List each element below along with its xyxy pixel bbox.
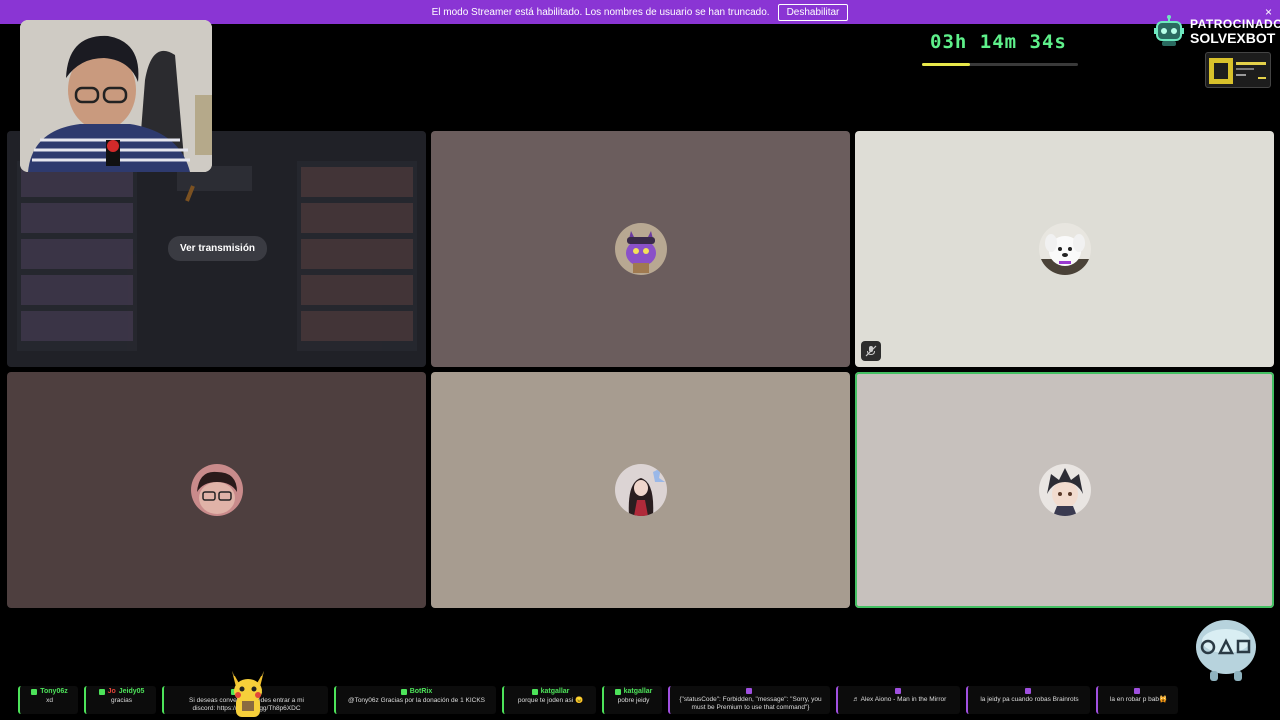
sponsor-name: SOLVEXBOT: [1190, 30, 1276, 46]
streamer-webcam-icon: [20, 20, 212, 172]
badge-icon: [531, 688, 538, 695]
chat-text: {"statusCode": Forbidden, "message": "So…: [679, 696, 822, 711]
banner-message: El modo Streamer está habilitado. Los no…: [431, 6, 770, 18]
chat-username: BotRix: [409, 688, 433, 695]
badge-icon: [895, 688, 901, 694]
badge-icon: [1134, 688, 1140, 694]
chat-message: la jeidy pa cuando robas Brainrots: [966, 686, 1090, 714]
purple-cat-avatar-icon: [614, 223, 667, 275]
stream-timer: 03h 14m 34s: [930, 31, 1067, 53]
chat-text: ♬ Alex Aiono - Man in the Mirror: [852, 696, 947, 703]
mic-off-icon: [861, 341, 881, 361]
chat-message-header: katgallar: [614, 688, 653, 695]
participant-avatar: [1038, 223, 1091, 275]
badge-icon: [400, 688, 407, 695]
sponsor-label: PATROCINADOR: [1190, 17, 1280, 31]
chat-message: Tony06z xd: [18, 686, 78, 714]
chat-message-header: Tony06z: [31, 688, 68, 695]
person-avatar-icon: [190, 464, 243, 516]
chat-text: @Tony06z Gracias por la donación de 1 KI…: [347, 697, 486, 704]
badge-icon: [746, 688, 752, 694]
chat-message-header: BotRix: [400, 688, 433, 695]
mascot-robot-icon: [1196, 620, 1256, 681]
now-playing-widget: [1205, 52, 1271, 88]
participant-avatar: [1038, 464, 1091, 516]
chat-message: Jo Jeidy05 gracias: [84, 686, 156, 714]
participant-avatar: [190, 464, 243, 516]
chat-username: Tony06z: [40, 688, 68, 695]
badge-icon: [1025, 688, 1031, 694]
music-widget-icon: [1209, 58, 1266, 84]
participant-tile-6[interactable]: [855, 372, 1274, 608]
badge-icon: [614, 688, 621, 695]
chat-overlay: Tony06zxdJoJeidy05graciasBotRixSi deseas…: [18, 686, 1178, 714]
pikachu-sticker-icon: [232, 671, 264, 717]
chat-message-header: Jo Jeidy05: [98, 688, 145, 695]
chat-text: xd: [46, 697, 53, 704]
chat-message: katgallar porque te joden asi 😠: [502, 686, 596, 714]
chat-message: la en robar p bab🙀: [1096, 686, 1178, 714]
white-dog-avatar-icon: [1038, 223, 1091, 275]
participant-tile-5[interactable]: [431, 372, 850, 608]
chat-message-header: [895, 688, 904, 694]
chat-message-header: [746, 688, 755, 694]
participant-tile-3[interactable]: [855, 131, 1274, 367]
chat-message: BotRix @Tony06z Gracias por la donación d…: [334, 686, 496, 714]
participant-tile-4[interactable]: [7, 372, 426, 608]
chat-text: la en robar p bab🙀: [1109, 696, 1168, 703]
badge-icon: [98, 688, 105, 695]
chat-message-header: [1134, 688, 1143, 694]
chat-username: Jeidy05: [118, 688, 145, 695]
badge-icon: [31, 688, 38, 695]
timer-progress-bar: [922, 63, 1078, 66]
chat-username: katgallar: [623, 688, 653, 695]
anime-girl-avatar-icon: [614, 464, 667, 516]
chat-message: ♬ Alex Aiono - Man in the Mirror: [836, 686, 960, 714]
chat-prefix: Jo: [107, 688, 116, 695]
chat-message: {"statusCode": Forbidden, "message": "So…: [668, 686, 830, 714]
watch-stream-button[interactable]: Ver transmisión: [168, 236, 268, 261]
chat-text: porque te joden asi 😠: [517, 697, 584, 704]
chat-text: gracias: [111, 697, 132, 704]
participant-avatar: [614, 464, 667, 516]
participant-avatar: [614, 223, 667, 275]
disable-streamer-mode-button[interactable]: Deshabilitar: [777, 3, 849, 21]
robot-icon: [1154, 15, 1184, 46]
sponsor-badge: PATROCINADOR SOLVEXBOT: [1152, 14, 1280, 48]
chat-message-header: [1025, 688, 1034, 694]
chat-username: katgallar: [540, 688, 570, 695]
webcam-overlay: [20, 20, 212, 172]
timer-progress-fill: [922, 63, 971, 66]
anime-boy-avatar-icon: [1038, 464, 1091, 516]
chat-message: katgallar pobre jeidy: [602, 686, 662, 714]
chat-text: la jeidy pa cuando robas Brainrots: [980, 696, 1079, 703]
participant-tile-2[interactable]: [431, 131, 850, 367]
chat-text: pobre jeidy: [617, 697, 650, 704]
chat-message-header: katgallar: [531, 688, 570, 695]
